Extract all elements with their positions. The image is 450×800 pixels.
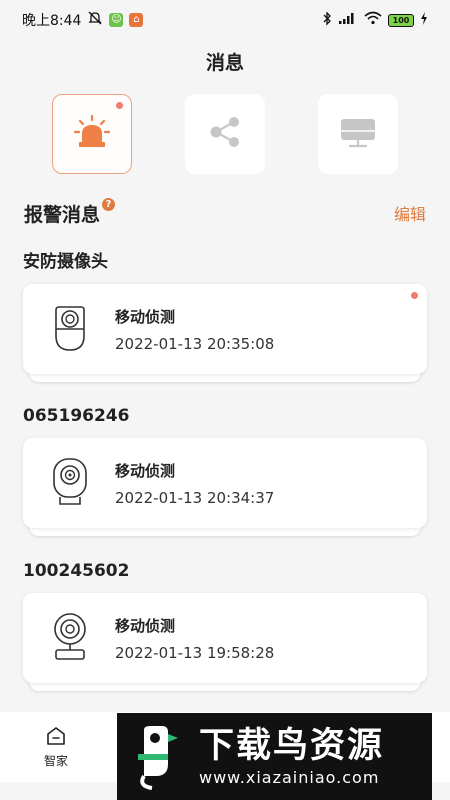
home-icon	[45, 727, 67, 750]
message-card[interactable]: 移动侦测 2022-01-13 19:58:28	[23, 593, 427, 683]
bluetooth-icon	[322, 10, 332, 30]
watermark-overlay: 下载鸟资源 www.xiazainiao.com	[117, 713, 432, 800]
status-bar: 晚上8:44 ☺ ⌂ 100	[0, 0, 450, 40]
section-title-text: 报警消息	[24, 203, 101, 226]
watermark-url: www.xiazainiao.com	[199, 768, 380, 787]
message-group: 安防摄像头 移动侦测 2022-01-13 20:35:08	[23, 251, 427, 384]
message-card-stack: 移动侦测 2022-01-13 19:58:28	[23, 593, 427, 693]
section-title: 报警消息 ?	[24, 197, 116, 227]
group-title: 100245602	[23, 561, 130, 581]
app-notification-icon: ☺	[109, 13, 124, 27]
message-card[interactable]: 移动侦测 2022-01-13 20:34:37	[23, 438, 427, 528]
charging-icon	[420, 11, 428, 29]
mute-icon	[87, 10, 103, 30]
home-app-icon: ⌂	[129, 13, 144, 27]
category-alarm-button[interactable]	[52, 94, 132, 174]
tab-home[interactable]: 智家	[36, 726, 76, 769]
camera-icon	[45, 455, 95, 511]
bird-logo	[121, 720, 195, 794]
event-type: 移动侦测	[115, 461, 176, 480]
share-icon	[207, 114, 243, 154]
event-type: 移动侦测	[115, 616, 176, 635]
wifi-icon	[364, 11, 382, 29]
watermark-title: 下载鸟资源	[199, 726, 385, 766]
message-card-stack: 移动侦测 2022-01-13 20:35:08	[23, 284, 427, 384]
alarm-icon	[73, 114, 111, 154]
event-time: 2022-01-13 20:34:37	[115, 488, 275, 507]
message-group: 065196246 移动侦测 2022-01-13 20:34:37	[23, 405, 427, 538]
message-card[interactable]: 移动侦测 2022-01-13 20:35:08	[23, 284, 427, 374]
category-monitor-button[interactable]	[318, 94, 398, 174]
camera-icon	[45, 301, 95, 357]
status-time: 晚上8:44	[22, 13, 82, 29]
camera-icon	[45, 610, 95, 666]
unread-dot	[411, 292, 418, 299]
unread-dot	[116, 102, 123, 109]
edit-button[interactable]: 编辑	[394, 201, 426, 225]
message-card-stack: 移动侦测 2022-01-13 20:34:37	[23, 438, 427, 538]
event-time: 2022-01-13 20:35:08	[115, 334, 275, 353]
battery-indicator: 100	[388, 13, 414, 27]
message-group: 100245602 移动侦测 2022-01-13 19:58:28	[23, 560, 427, 693]
category-share-button[interactable]	[185, 94, 265, 174]
signal-icon	[338, 11, 358, 29]
group-title: 安防摄像头	[23, 252, 108, 272]
event-type: 移动侦测	[115, 307, 176, 326]
help-icon[interactable]: ?	[102, 197, 116, 211]
monitor-icon	[339, 114, 377, 154]
section-header: 报警消息 ? 编辑	[24, 197, 426, 228]
page-title: 消息	[205, 52, 244, 74]
message-category-row	[52, 94, 398, 174]
event-time: 2022-01-13 19:58:28	[115, 643, 275, 662]
group-title: 065196246	[23, 406, 130, 426]
tab-home-label: 智家	[43, 754, 68, 768]
